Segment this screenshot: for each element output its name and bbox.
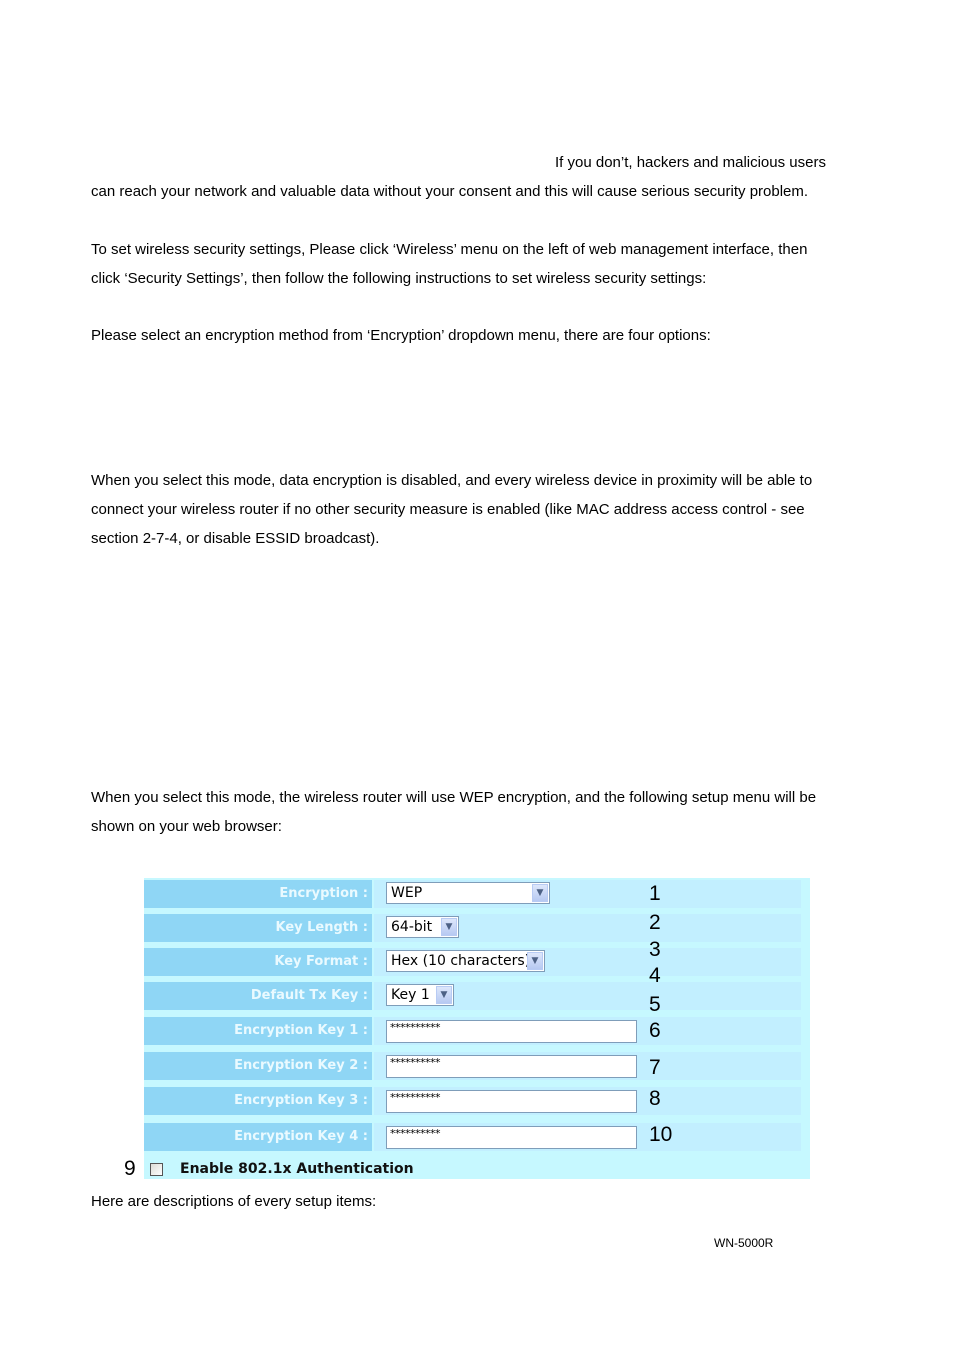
footer-model-name: WN-5000R	[714, 1236, 774, 1250]
default-tx-key-value-cell: Key 1 ▼	[374, 982, 801, 1010]
callout-5: 5	[649, 993, 661, 1016]
key-length-label: Key Length :	[144, 914, 372, 942]
encryption-key-2-input[interactable]: **********	[386, 1055, 637, 1078]
encryption-key-4-cell: **********	[374, 1123, 801, 1151]
default-tx-key-select[interactable]: Key 1 ▼	[386, 984, 454, 1006]
encryption-value-cell: WEP ▼	[374, 880, 801, 908]
callout-2: 2	[649, 911, 661, 934]
enable-8021x-label: Enable 802.1x Authentication	[180, 1161, 414, 1177]
encryption-row: Encryption : WEP ▼	[144, 880, 801, 908]
callout-3: 3	[649, 938, 661, 961]
select-prompt-text: Please select an encryption method from …	[91, 327, 711, 344]
encryption-key-3-cell: **********	[374, 1087, 801, 1115]
encryption-select-value: WEP	[391, 885, 423, 901]
default-tx-key-select-value: Key 1	[391, 987, 430, 1003]
encryption-key-3-row: Encryption Key 3 : **********	[144, 1087, 801, 1115]
chevron-down-icon[interactable]: ▼	[527, 952, 543, 970]
encryption-key-1-label: Encryption Key 1 :	[144, 1017, 372, 1045]
encryption-select[interactable]: WEP ▼	[386, 882, 550, 904]
key-format-label: Key Format :	[144, 948, 372, 976]
wep-mode-line-1: When you select this mode, the wireless …	[91, 789, 817, 806]
descriptions-intro-text: Here are descriptions of every setup ite…	[91, 1193, 377, 1210]
wep-mode-paragraph: When you select this mode, the wireless …	[91, 783, 871, 841]
encryption-label: Encryption :	[144, 880, 372, 908]
encryption-key-2-label: Encryption Key 2 :	[144, 1052, 372, 1080]
encryption-key-3-input[interactable]: **********	[386, 1090, 637, 1113]
wep-settings-panel: Encryption : WEP ▼ Key Length : 64-bit ▼…	[144, 878, 810, 1179]
key-length-row: Key Length : 64-bit ▼	[144, 914, 801, 942]
intro-paragraph: If you don’t, hackers and malicious user…	[91, 148, 871, 206]
callout-9: 9	[124, 1157, 136, 1180]
callout-7: 7	[649, 1056, 661, 1079]
intro-line-1: If you don’t, hackers and malicious user…	[555, 154, 826, 171]
chevron-down-icon[interactable]: ▼	[441, 918, 457, 936]
encryption-key-1-input[interactable]: **********	[386, 1020, 637, 1043]
default-tx-key-label: Default Tx Key :	[144, 982, 372, 1010]
encryption-key-2-cell: **********	[374, 1052, 801, 1080]
callout-8: 8	[649, 1087, 661, 1110]
enable-8021x-checkbox[interactable]	[150, 1163, 163, 1176]
chevron-down-icon[interactable]: ▼	[532, 884, 548, 902]
instructions-line-2: click ‘Security Settings’, then follow t…	[91, 270, 707, 287]
disable-mode-line-3: section 2-7-4, or disable ESSID broadcas…	[91, 530, 380, 547]
callout-4: 4	[649, 964, 661, 987]
encryption-key-3-label: Encryption Key 3 :	[144, 1087, 372, 1115]
descriptions-intro: Here are descriptions of every setup ite…	[91, 1187, 871, 1216]
callout-1: 1	[649, 882, 661, 905]
disable-mode-line-1: When you select this mode, data encrypti…	[91, 472, 813, 489]
encryption-key-4-row: Encryption Key 4 : **********	[144, 1123, 801, 1151]
instructions-line-1: To set wireless security settings, Pleas…	[91, 241, 808, 258]
encryption-key-2-row: Encryption Key 2 : **********	[144, 1052, 801, 1080]
key-format-select-value: Hex (10 characters)	[391, 953, 531, 969]
disable-mode-line-2: connect your wireless router if no other…	[91, 501, 805, 518]
key-format-row: Key Format : Hex (10 characters) ▼	[144, 948, 801, 976]
default-tx-key-row: Default Tx Key : Key 1 ▼	[144, 982, 801, 1010]
chevron-down-icon[interactable]: ▼	[436, 986, 452, 1004]
instructions-paragraph: To set wireless security settings, Pleas…	[91, 235, 871, 293]
disable-mode-paragraph: When you select this mode, data encrypti…	[91, 466, 871, 553]
key-length-select[interactable]: 64-bit ▼	[386, 916, 459, 938]
encryption-key-1-row: Encryption Key 1 : **********	[144, 1017, 801, 1045]
encryption-key-4-input[interactable]: **********	[386, 1126, 637, 1149]
key-length-select-value: 64-bit	[391, 919, 433, 935]
wep-mode-line-2: shown on your web browser:	[91, 818, 282, 835]
key-format-select[interactable]: Hex (10 characters) ▼	[386, 950, 545, 972]
key-format-value-cell: Hex (10 characters) ▼	[374, 948, 801, 976]
callout-10: 10	[649, 1123, 673, 1146]
encryption-key-4-label: Encryption Key 4 :	[144, 1123, 372, 1151]
callout-6: 6	[649, 1019, 661, 1042]
encryption-key-1-cell: **********	[374, 1017, 801, 1045]
intro-line-2: can reach your network and valuable data…	[91, 183, 809, 200]
select-prompt: Please select an encryption method from …	[91, 321, 871, 350]
key-length-value-cell: 64-bit ▼	[374, 914, 801, 942]
